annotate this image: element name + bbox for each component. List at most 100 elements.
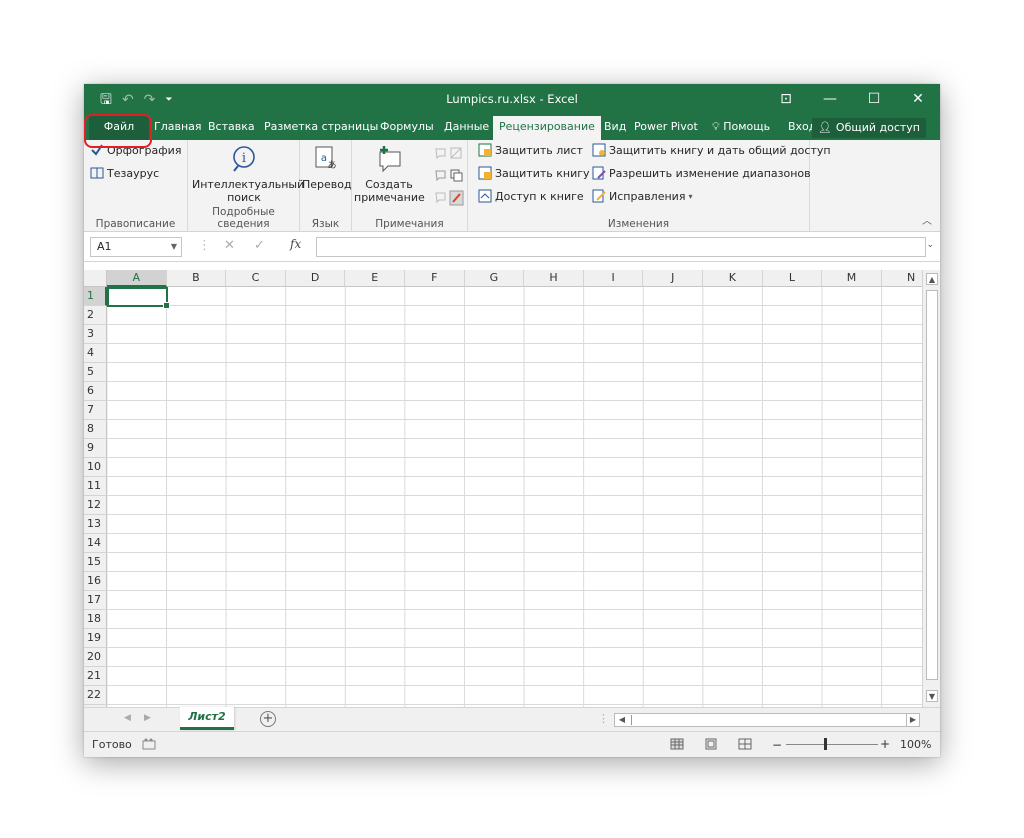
scroll-up-icon[interactable]: ▲ [926,273,938,285]
prev-sheet-icon[interactable]: ◀ [124,713,131,723]
protect-sheet-button[interactable]: Защитить лист [478,143,583,157]
row-header[interactable]: 8 [84,420,107,439]
expand-formula-bar-icon[interactable]: ⌄ [926,240,934,250]
track-changes-button[interactable]: Исправления ▾ [592,189,692,203]
page-layout-view-icon[interactable] [704,738,718,750]
comment-nav-icons-row2 [435,169,463,182]
row-header[interactable]: 5 [84,363,107,382]
zoom-slider-thumb[interactable] [824,738,827,750]
column-header[interactable]: F [405,270,465,287]
tab-split-handle-icon[interactable]: ⋮ [598,712,609,725]
svg-text:a: a [321,153,327,164]
tab-formulas[interactable]: Формулы [380,116,434,140]
new-comment-button[interactable]: Создать примечание [354,144,425,204]
cancel-icon[interactable]: ✕ [224,238,235,253]
column-header[interactable]: A [107,270,167,287]
row-header[interactable]: 19 [84,629,107,648]
vertical-scrollbar[interactable]: ▲ ▼ [922,270,940,707]
column-header[interactable]: K [703,270,763,287]
share-workbook-button[interactable]: Доступ к книге [478,189,584,203]
translate-button[interactable]: aあ Перевод [302,144,352,191]
column-header[interactable]: D [285,270,346,287]
enter-icon[interactable]: ✓ [254,238,265,253]
smart-lookup-button[interactable]: i Интеллектуальный поиск [192,144,304,204]
row-header[interactable]: 15 [84,553,107,572]
row-header[interactable]: 14 [84,534,107,553]
worksheet-grid[interactable]: ABCDEFGHIJKLMN 1 2 3 4 5 6 7 8 9 10 11 12 13 14 15 16 17… [84,270,922,707]
tab-home[interactable]: Главная [154,116,202,140]
row-header[interactable]: 18 [84,610,107,629]
horizontal-scrollbar[interactable]: ◀ [614,713,920,727]
minimize-button[interactable]: — [808,84,852,116]
collapse-ribbon-icon[interactable]: ︿ [922,212,932,227]
zoom-in-button[interactable]: + [880,737,890,751]
scroll-down-icon[interactable]: ▼ [926,690,938,702]
zoom-out-button[interactable]: − [772,738,782,752]
allow-edit-ranges-button[interactable]: Разрешить изменение диапазонов [592,166,811,180]
column-header[interactable]: M [822,270,882,287]
row-header[interactable]: 20 [84,648,107,667]
thesaurus-label: Тезаурус [107,166,160,180]
macro-record-icon[interactable] [142,738,156,750]
tab-insert[interactable]: Вставка [208,116,255,140]
new-comment-icon [379,146,401,173]
protect-workbook-button[interactable]: Защитить книгу [478,166,590,180]
cell-area[interactable] [107,287,922,707]
row-header[interactable]: 1 [84,287,107,306]
column-header[interactable]: I [583,270,644,287]
column-header[interactable]: L [762,270,823,287]
row-header[interactable]: 13 [84,515,107,534]
vertical-scroll-thumb[interactable] [926,290,938,680]
column-header[interactable]: H [524,270,584,287]
row-header[interactable]: 16 [84,572,107,591]
sheet-tab-active[interactable]: Лист2 [180,707,234,730]
tab-power-pivot[interactable]: Power Pivot [634,116,698,140]
row-header[interactable]: 4 [84,344,107,363]
column-header[interactable]: E [345,270,405,287]
tab-view[interactable]: Вид [604,116,626,140]
tab-data[interactable]: Данные [444,116,489,140]
active-cell[interactable] [107,287,170,309]
row-header[interactable]: 11 [84,477,107,496]
next-sheet-icon[interactable]: ▶ [144,713,151,723]
page-break-view-icon[interactable] [738,738,752,750]
thesaurus-button[interactable]: Тезаурус [90,166,159,180]
protect-and-share-button[interactable]: Защитить книгу и дать общий доступ [592,143,831,157]
row-header[interactable]: 21 [84,667,107,686]
row-header[interactable]: 2 [84,306,107,325]
column-header[interactable]: G [464,270,525,287]
tab-page-layout[interactable]: Разметка страницы [264,116,378,140]
row-header[interactable]: 6 [84,382,107,401]
column-header[interactable]: C [226,270,286,287]
row-header[interactable]: 9 [84,439,107,458]
share-workbook-icon [478,189,492,203]
formula-input[interactable] [316,237,926,257]
normal-view-icon[interactable] [670,738,684,750]
maximize-button[interactable]: ☐ [852,84,896,116]
row-header[interactable]: 17 [84,591,107,610]
ribbon-display-options-icon[interactable]: ⊡ [764,84,808,116]
tab-help[interactable]: 💡︎ Помощь [712,116,770,140]
insert-function-icon[interactable]: fx [290,237,301,251]
row-header[interactable]: 7 [84,401,107,420]
share-button[interactable]: 👤︎ Общий доступ [811,118,926,138]
add-sheet-icon[interactable]: + [260,711,276,727]
tab-review[interactable]: Рецензирование [493,116,601,140]
smart-lookup-label-2: поиск [227,191,261,204]
name-box[interactable]: A1 ▼ [90,237,182,257]
column-header[interactable]: J [643,270,703,287]
horizontal-scroll-thumb[interactable] [631,715,901,725]
scroll-left-icon[interactable]: ◀ [615,714,629,726]
row-header[interactable]: 3 [84,325,107,344]
scroll-right-icon[interactable]: ▶ [906,713,920,727]
zoom-level[interactable]: 100% [900,738,931,751]
select-all-corner[interactable] [84,270,107,287]
row-header[interactable]: 22 [84,686,107,705]
zoom-slider[interactable] [786,744,878,745]
column-header[interactable]: B [166,270,227,287]
close-button[interactable]: ✕ [896,84,940,116]
column-header[interactable]: N [881,270,922,287]
row-header[interactable]: 12 [84,496,107,515]
row-header[interactable]: 10 [84,458,107,477]
lightbulb-info-icon: i [233,146,255,172]
